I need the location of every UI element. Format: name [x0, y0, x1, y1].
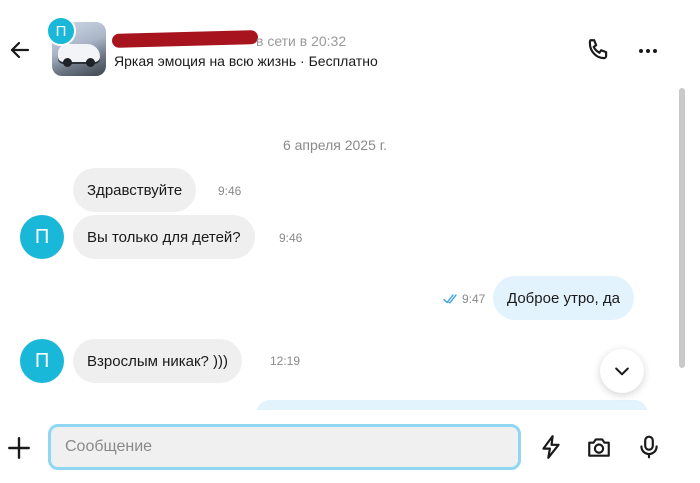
scroll-to-bottom-button[interactable]	[600, 349, 644, 393]
message-time: 9:46	[279, 231, 303, 245]
message-bubble-incoming[interactable]: Здравствуйте	[73, 168, 197, 212]
message-composer	[0, 410, 700, 483]
more-options-button[interactable]	[634, 37, 662, 65]
contact-avatar-letter: П	[55, 22, 67, 40]
message-text: Взрослым никак? )))	[87, 352, 229, 370]
camera-button[interactable]	[586, 434, 612, 460]
message-time: 9:47	[462, 292, 486, 306]
message-text: Здравствуйте	[87, 181, 183, 199]
message-input[interactable]	[48, 424, 521, 470]
listing-title[interactable]: Яркая эмоция на всю жизнь · Бесплатно	[114, 53, 378, 69]
scrollbar[interactable]	[679, 88, 685, 368]
phone-icon	[588, 39, 608, 60]
chevron-down-icon	[615, 367, 629, 376]
chat-header: П в сети в 20:32 Яркая эмоция на всю жиз…	[0, 0, 700, 100]
camera-icon	[588, 438, 610, 457]
microphone-icon	[640, 435, 658, 459]
sender-avatar[interactable]: П	[20, 339, 64, 383]
quick-replies-button[interactable]	[538, 434, 564, 460]
sender-avatar[interactable]: П	[20, 215, 64, 259]
redacted-contact-name	[111, 30, 259, 48]
message-bubble-outgoing[interactable]: Доброе утро, да	[493, 276, 634, 320]
back-button[interactable]	[6, 36, 34, 64]
lightning-icon	[542, 435, 560, 459]
message-bubble-incoming[interactable]: Вы только для детей?	[73, 215, 255, 259]
call-button[interactable]	[585, 37, 613, 65]
message-text: Доброе утро, да	[507, 289, 620, 307]
more-horizontal-icon	[639, 49, 657, 53]
attach-button[interactable]	[6, 435, 32, 461]
arrow-left-icon	[10, 41, 30, 59]
online-status: в сети в 20:32	[256, 33, 347, 49]
plus-icon	[8, 437, 30, 459]
message-text: Вы только для детей?	[87, 228, 241, 246]
message-bubble-incoming[interactable]: Взрослым никак? )))	[73, 339, 243, 383]
contact-avatar[interactable]: П	[46, 16, 76, 46]
date-separator: 6 апреля 2025 г.	[282, 137, 388, 153]
message-time: 9:46	[218, 184, 242, 198]
voice-message-button[interactable]	[636, 434, 662, 460]
double-check-icon	[443, 294, 457, 304]
message-list[interactable]: 6 апреля 2025 г. Здравствуйте 9:46 П Вы …	[0, 100, 700, 408]
message-time: 12:19	[270, 354, 301, 368]
